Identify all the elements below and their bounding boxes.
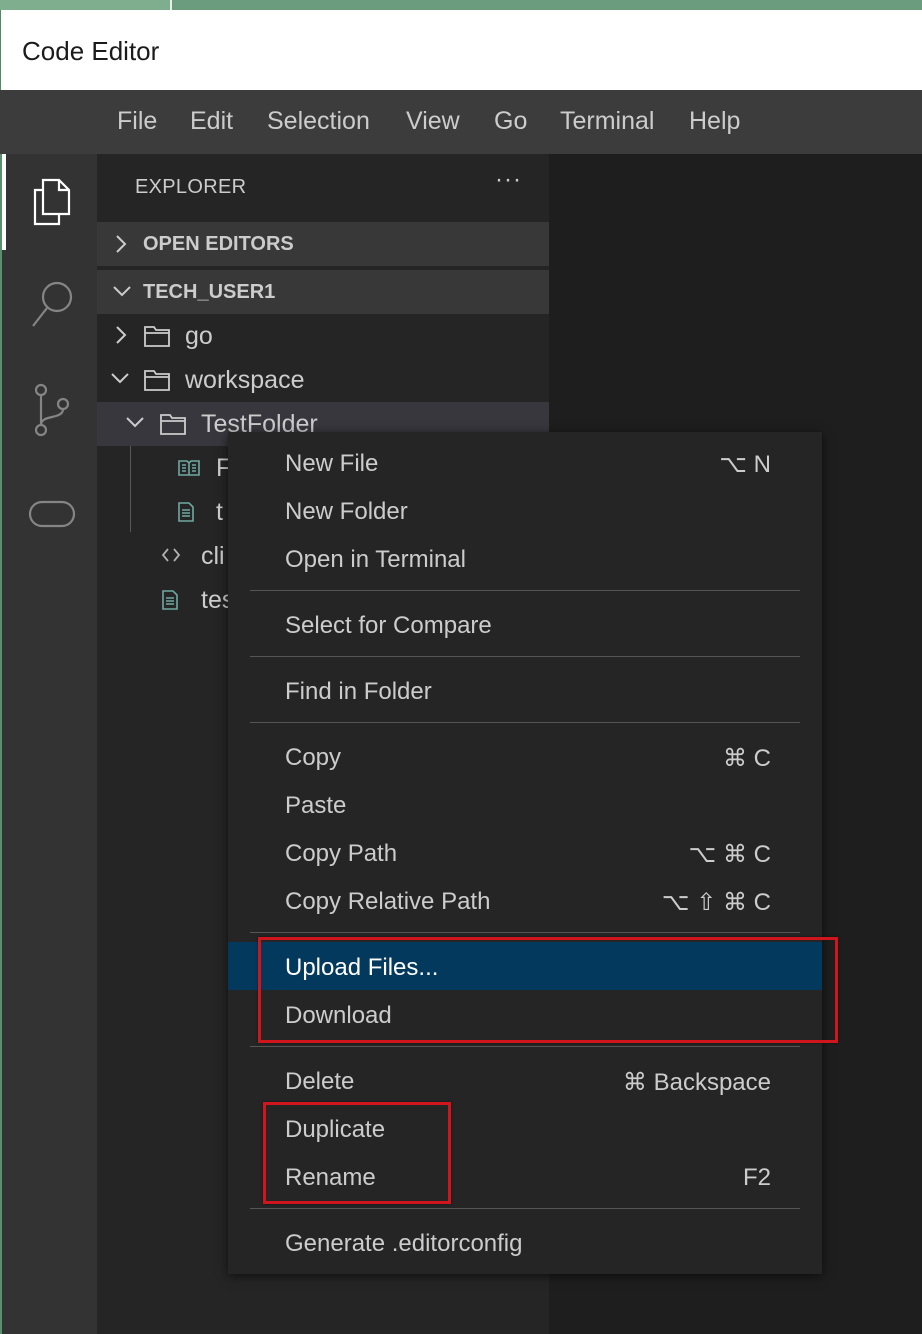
explorer-header: EXPLORER (135, 176, 247, 198)
folder-open-icon (160, 414, 186, 435)
menu-item-copy-relative-path[interactable]: Copy Relative Path ⌥ ⇧ ⌘ C (228, 876, 822, 924)
browser-tab-strip (0, 0, 922, 10)
menu-item-delete[interactable]: Delete ⌘ Backspace (228, 1056, 822, 1104)
workspace-root-section[interactable]: TECH_USER1 (97, 270, 549, 314)
indent-guide (130, 446, 131, 532)
tree-item-label: t (216, 498, 223, 526)
menu-item-open-in-terminal[interactable]: Open in Terminal (228, 534, 822, 582)
highlight-box-duplicate-rename (263, 1102, 451, 1204)
menu-item-label: Copy (285, 744, 342, 771)
menu-item-label: Copy Relative Path (285, 888, 491, 915)
tree-item-go[interactable]: go (97, 314, 549, 358)
more-actions-icon[interactable]: ··· (495, 166, 522, 194)
tree-item-label: go (185, 322, 213, 350)
source-control-icon[interactable] (24, 382, 80, 438)
menu-item-label: Generate .editorconfig (285, 1230, 523, 1257)
files-icon[interactable] (24, 174, 80, 230)
folder-open-icon (144, 370, 170, 391)
menu-item-new-file[interactable]: New File ⌥ N (228, 438, 822, 486)
menu-file[interactable]: File (117, 107, 157, 136)
menu-item-label: New Folder (285, 498, 408, 525)
active-indicator (2, 154, 6, 250)
menu-item-label: Copy Path (285, 840, 398, 867)
menu-separator (250, 1208, 800, 1209)
file-icon (178, 502, 194, 522)
chevron-down-icon (113, 286, 131, 297)
book-icon (178, 460, 200, 476)
menu-item-copy[interactable]: Copy ⌘ C (228, 732, 822, 780)
menu-item-label: Delete (285, 1068, 355, 1095)
activity-bar (0, 154, 97, 1334)
search-icon[interactable] (24, 276, 80, 332)
menu-item-new-folder[interactable]: New Folder (228, 486, 822, 534)
menu-edit[interactable]: Edit (190, 107, 233, 136)
window-titlebar: Code Editor (0, 10, 922, 90)
menu-item-shortcut: ⌥ ⌘ C (688, 841, 771, 868)
menu-view[interactable]: View (406, 107, 460, 136)
open-editors-section[interactable]: OPEN EDITORS (97, 222, 549, 266)
menu-separator (250, 590, 800, 591)
tree-item-workspace[interactable]: workspace (97, 358, 549, 402)
menu-item-label: Open in Terminal (285, 546, 466, 573)
chevron-down-icon (126, 417, 144, 428)
tree-item-label: cli (201, 542, 225, 570)
menu-item-shortcut: ⌘ Backspace (622, 1069, 771, 1096)
menu-item-copy-path[interactable]: Copy Path ⌥ ⌘ C (228, 828, 822, 876)
open-editors-label: OPEN EDITORS (143, 233, 294, 255)
window-title: Code Editor (22, 36, 160, 66)
menu-item-label: Paste (285, 792, 347, 819)
menu-item-label: New File (285, 450, 379, 477)
menu-item-generate-editorconfig[interactable]: Generate .editorconfig (228, 1218, 822, 1266)
menu-help[interactable]: Help (689, 107, 740, 136)
menu-item-label: Find in Folder (285, 678, 432, 705)
file-icon (162, 590, 178, 610)
menu-item-paste[interactable]: Paste (228, 780, 822, 828)
menu-terminal[interactable]: Terminal (560, 107, 654, 136)
chevron-down-icon (111, 373, 129, 384)
chevron-right-icon (116, 235, 127, 253)
browser-tab[interactable] (0, 0, 172, 10)
highlight-box-upload-download (258, 937, 838, 1043)
menu-item-shortcut: ⌥ N (719, 451, 771, 478)
menu-item-shortcut: ⌥ ⇧ ⌘ C (661, 889, 771, 916)
menu-item-select-for-compare[interactable]: Select for Compare (228, 600, 822, 648)
menu-separator (250, 1046, 800, 1047)
folder-icon (144, 326, 170, 347)
menu-item-find-in-folder[interactable]: Find in Folder (228, 666, 822, 714)
chevron-right-icon (116, 326, 127, 344)
code-icon (161, 548, 181, 562)
menu-separator (250, 656, 800, 657)
menu-selection[interactable]: Selection (267, 107, 370, 136)
workspace-root-label: TECH_USER1 (143, 281, 276, 303)
menu-separator (250, 932, 800, 933)
menu-item-label: Select for Compare (285, 612, 492, 639)
tree-item-label: workspace (185, 366, 305, 394)
menu-item-shortcut: F2 (742, 1164, 771, 1191)
remote-icon[interactable] (24, 486, 80, 542)
menu-separator (250, 722, 800, 723)
menubar: File Edit Selection View Go Terminal Hel… (0, 90, 922, 154)
menu-go[interactable]: Go (494, 107, 527, 136)
menu-item-shortcut: ⌘ C (723, 745, 771, 772)
